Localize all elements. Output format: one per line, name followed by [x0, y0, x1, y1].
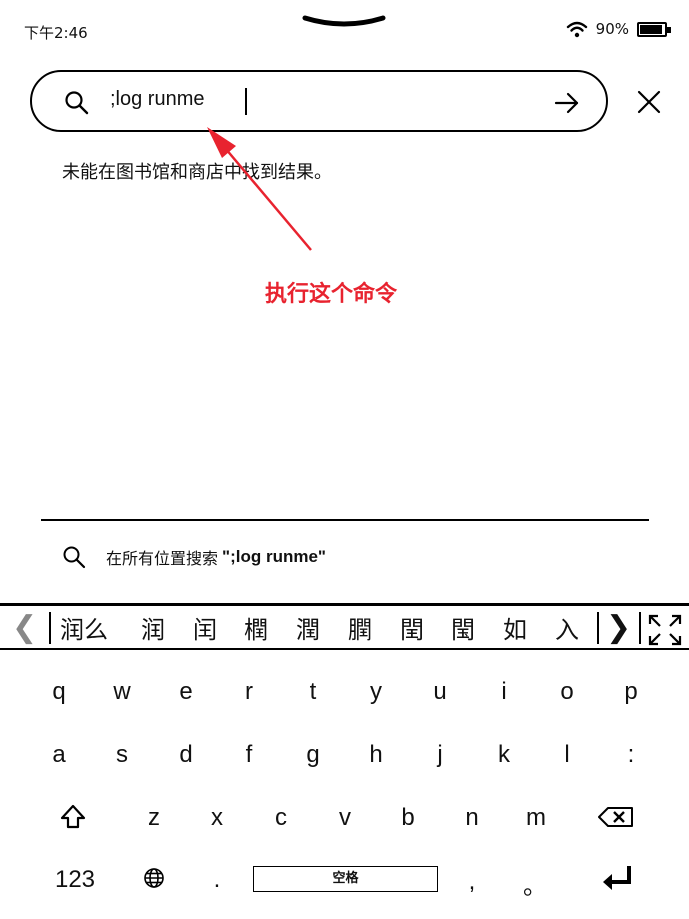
candidate-item[interactable]: 润	[141, 610, 165, 645]
enter-icon[interactable]	[601, 864, 633, 892]
expand-icon[interactable]	[648, 614, 682, 646]
key-x[interactable]: x	[197, 804, 237, 832]
candidate-item[interactable]: 閏	[400, 610, 424, 645]
arrow-right-icon[interactable]	[554, 90, 580, 116]
key-m[interactable]: m	[516, 804, 556, 832]
key-s[interactable]: s	[102, 741, 142, 769]
comma-key[interactable]: ,	[452, 868, 492, 896]
chevron-left-icon[interactable]: ❮	[12, 610, 37, 645]
key-j[interactable]: j	[420, 741, 460, 769]
pull-down-handle-icon[interactable]	[301, 12, 387, 32]
candidate-separator	[597, 612, 599, 644]
candidate-item[interactable]: 如	[503, 610, 527, 645]
candidate-separator	[49, 612, 51, 644]
battery-icon	[637, 21, 671, 37]
search-input[interactable]: ;log runme	[110, 88, 205, 111]
status-indicators: 90%	[566, 20, 671, 38]
key-t[interactable]: t	[293, 678, 333, 706]
search-everywhere-label: 在所有位置搜索	[106, 549, 219, 568]
candidate-separator	[639, 612, 641, 644]
search-icon	[65, 91, 89, 115]
no-results-message: 未能在图书馆和商店中找到结果。	[62, 162, 332, 183]
candidate-item[interactable]: 润么	[60, 610, 108, 645]
candidate-item[interactable]: 潤	[296, 610, 320, 645]
key-w[interactable]: w	[102, 678, 142, 706]
key-h[interactable]: h	[356, 741, 396, 769]
key-g[interactable]: g	[293, 741, 333, 769]
candidate-item[interactable]: 閠	[451, 610, 475, 645]
key-d[interactable]: d	[166, 741, 206, 769]
key-o[interactable]: o	[547, 678, 587, 706]
key-p[interactable]: p	[611, 678, 651, 706]
annotation-arrow-icon	[207, 127, 312, 251]
numbers-key[interactable]: 123	[45, 866, 105, 894]
key-v[interactable]: v	[325, 804, 365, 832]
key-y[interactable]: y	[356, 678, 396, 706]
key-r[interactable]: r	[229, 678, 269, 706]
key-colon[interactable]: :	[611, 741, 651, 769]
status-time: 下午2:46	[24, 24, 88, 42]
battery-level	[640, 24, 662, 34]
candidate-item[interactable]: 膶	[348, 610, 372, 645]
search-everywhere-row[interactable]: 在所有位置搜索 ";log runme"	[62, 545, 326, 569]
close-icon[interactable]	[637, 90, 661, 114]
shift-icon[interactable]	[60, 804, 86, 830]
candidate-item[interactable]: 入	[555, 610, 579, 645]
candidate-bar: ❮ 润么 润 闰 橍 潤 膶 閏 閠 如 入 ❯	[0, 603, 689, 650]
period-key[interactable]: .	[197, 866, 237, 894]
backspace-icon[interactable]	[598, 806, 634, 828]
key-a[interactable]: a	[39, 741, 79, 769]
key-c[interactable]: c	[261, 804, 301, 832]
candidate-item[interactable]: 橍	[244, 610, 268, 645]
key-q[interactable]: q	[39, 678, 79, 706]
cjk-period-key[interactable]: 。	[515, 866, 555, 901]
chevron-right-icon[interactable]: ❯	[606, 610, 631, 645]
wifi-icon	[566, 21, 587, 38]
search-everywhere-query: ";log runme"	[222, 547, 326, 566]
candidate-item[interactable]: 闰	[193, 610, 217, 645]
key-b[interactable]: b	[388, 804, 428, 832]
divider	[41, 519, 649, 521]
key-i[interactable]: i	[484, 678, 524, 706]
space-key[interactable]: 空格	[253, 866, 438, 892]
key-e[interactable]: e	[166, 678, 206, 706]
search-bar[interactable]: ;log runme	[30, 70, 608, 132]
key-k[interactable]: k	[484, 741, 524, 769]
text-caret	[245, 88, 247, 115]
search-icon	[63, 546, 86, 569]
battery-percent: 90%	[595, 20, 629, 38]
key-z[interactable]: z	[134, 804, 174, 832]
annotation-label: 执行这个命令	[265, 282, 398, 307]
key-n[interactable]: n	[452, 804, 492, 832]
key-f[interactable]: f	[229, 741, 269, 769]
globe-icon[interactable]	[143, 867, 165, 889]
key-u[interactable]: u	[420, 678, 460, 706]
key-l[interactable]: l	[547, 741, 587, 769]
